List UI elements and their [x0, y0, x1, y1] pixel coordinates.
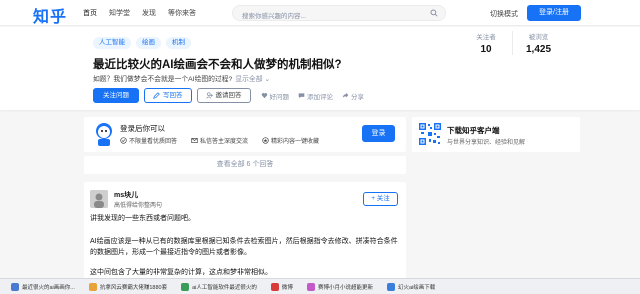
login-register-button[interactable]: 登录/注册 [527, 5, 581, 21]
write-answer-label: 写回答 [163, 92, 183, 99]
author-bio: 高低得给你整两句 [114, 203, 163, 209]
follower-label: 关注者 [476, 34, 496, 41]
pencil-icon [153, 92, 160, 99]
follower-count: 10 [480, 44, 492, 55]
zhihu-logo[interactable]: 知乎 [33, 3, 67, 27]
answer-paragraph: 这中间包含了大量的非常复杂的计算，这点和梦非常相似。 [90, 269, 272, 276]
app-icon [88, 282, 97, 291]
heart-icon [261, 93, 267, 99]
question-actions: 关注问题 写回答 邀请回答 好问题 添加评论 分享 [93, 88, 373, 103]
benefit-item: 精彩内容一键收藏 [262, 136, 319, 145]
app-download-card[interactable]: 下载知乎客户端 与世界分享知识、经验和见解 [412, 117, 580, 152]
invite-answer-button[interactable]: 邀请回答 [196, 88, 251, 103]
toggle-mode-link[interactable]: 切换模式 [490, 9, 518, 19]
app-icon [306, 282, 315, 291]
nav-discover[interactable]: 发现 [142, 8, 156, 18]
login-button[interactable]: 登录 [362, 125, 395, 142]
benefit-item: 不限量看优质回答 [120, 136, 177, 145]
comment-icon [298, 93, 305, 99]
follower-stat: 关注者 10 [460, 31, 512, 55]
nav-zhixuetang[interactable]: 知学堂 [109, 8, 130, 18]
search-placeholder: 搜索你感兴趣的内容... [242, 13, 306, 20]
search-icon[interactable] [430, 9, 438, 17]
login-prompt-title: 登录后你可以 [120, 124, 165, 133]
invite-icon [205, 92, 213, 99]
avatar-image [90, 190, 108, 208]
main-nav: 首页 知学堂 发现 等你来答 [83, 8, 208, 18]
topic-tag[interactable]: 人工智能 [93, 37, 131, 49]
app-icon [11, 282, 19, 291]
show-all-link[interactable]: 显示全部 ⌄ [235, 76, 270, 83]
follow-question-button[interactable]: 关注问题 [93, 88, 139, 103]
taskbar-item[interactable]: 赛博小月小说超能更新 [302, 281, 378, 293]
search-input[interactable]: 搜索你感兴趣的内容... [232, 5, 446, 21]
message-icon [191, 138, 198, 143]
add-comment-button[interactable]: 添加评论 [298, 91, 333, 101]
topic-tag[interactable]: 绘画 [136, 37, 161, 49]
benefit-item: 私信答主深度交流 [191, 136, 248, 145]
taskbar-item[interactable]: ai人工智能软件最近很火的 [176, 281, 262, 293]
answer-paragraph: AI绘画应该是一种从已有的数据库里根据已知条件去检索图片，然后根据指令去修改、拼… [90, 238, 398, 256]
avatar[interactable] [90, 190, 108, 208]
top-navbar: 知乎 首页 知学堂 发现 等你来答 搜索你感兴趣的内容... 切换模式 登录/注… [0, 0, 640, 26]
app-icon [386, 282, 395, 291]
answer-paragraph: 讲我发现的一些东西或者问题吧。 [90, 215, 195, 222]
viewed-stat: 被浏览 1,425 [512, 31, 564, 55]
bookmark-icon [262, 137, 269, 144]
taskbar-item[interactable]: 幻火ai绘画下载 [382, 281, 440, 293]
nav-home[interactable]: 首页 [83, 8, 97, 18]
login-prompt-card: 登录后你可以 不限量看优质回答 私信答主深度交流 精彩内容一键收藏 登录 [84, 117, 406, 152]
good-question-button[interactable]: 好问题 [261, 91, 289, 101]
app-download-subtitle: 与世界分享知识、经验和见解 [447, 140, 526, 146]
login-benefits: 不限量看优质回答 私信答主深度交流 精彩内容一键收藏 [120, 136, 319, 145]
question-detail-text: 如题？我们做梦会不会就是一个AI绘图的过程? [93, 76, 233, 83]
share-icon [342, 92, 349, 98]
question-title: 最近比较火的AI绘画会不会和人做梦的机制相似? [93, 59, 342, 71]
mascot-icon [96, 123, 112, 146]
share-button[interactable]: 分享 [342, 91, 364, 101]
weibo-icon [270, 282, 279, 291]
qr-code-icon [418, 122, 442, 146]
check-icon [120, 137, 127, 144]
invite-answer-label: 邀请回答 [215, 92, 242, 99]
question-header: 人工智能 绘画 机制 最近比较火的AI绘画会不会和人做梦的机制相似? 如题？我们… [0, 27, 640, 110]
taskbar-item[interactable]: 抗拿风云赛霸大佬赚1880套 [84, 281, 172, 293]
follow-author-button[interactable]: + 关注 [363, 192, 398, 206]
taskbar-item[interactable]: 最近很火的ai画画你... [6, 281, 80, 293]
topic-tags: 人工智能 绘画 机制 [93, 37, 191, 49]
nav-waiting-answers[interactable]: 等你来答 [168, 8, 196, 18]
taskbar: 最近很火的ai画画你... 抗拿风云赛霸大佬赚1880套 ai人工智能软件最近很… [0, 278, 640, 294]
author-name[interactable]: ms块儿 [114, 190, 138, 200]
viewed-count: 1,425 [525, 44, 552, 55]
app-download-title: 下载知乎客户端 [447, 126, 500, 135]
question-stats: 关注者 10 被浏览 1,425 [460, 31, 564, 55]
write-answer-button[interactable]: 写回答 [144, 88, 192, 103]
view-all-answers-link[interactable]: 查看全部 6 个回答 [84, 156, 406, 174]
viewed-label: 被浏览 [528, 34, 549, 41]
taskbar-item[interactable]: 微博 [266, 281, 298, 293]
app-icon [181, 282, 190, 291]
topic-tag[interactable]: 机制 [166, 37, 191, 49]
question-description: 如题？我们做梦会不会就是一个AI绘图的过程? 显示全部 ⌄ [93, 73, 270, 83]
